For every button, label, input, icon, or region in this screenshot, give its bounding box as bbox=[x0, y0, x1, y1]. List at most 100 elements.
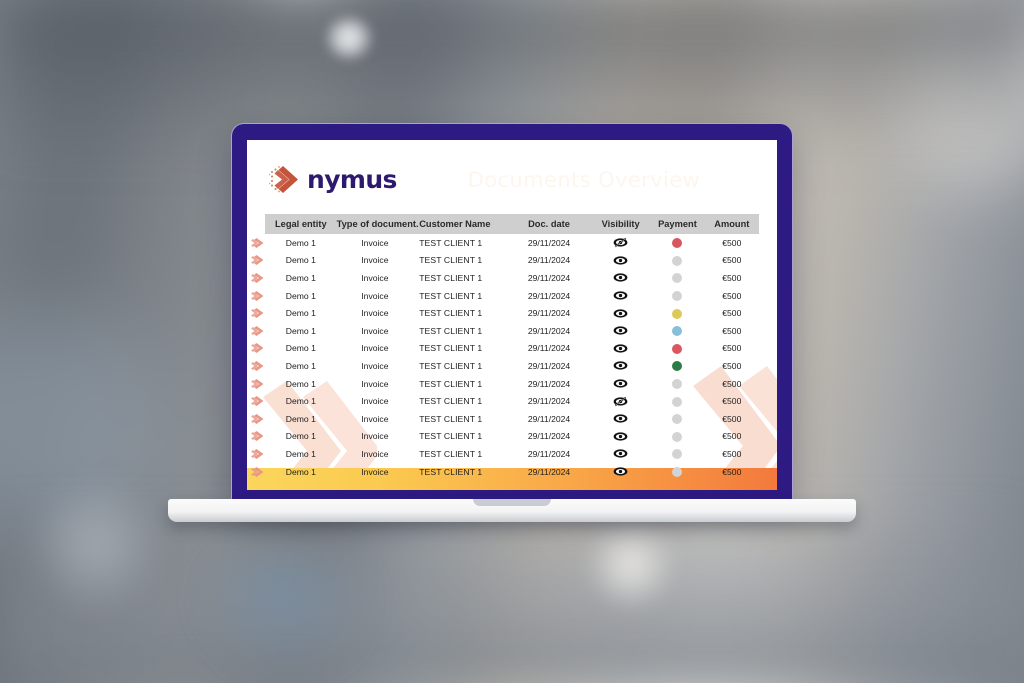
table-row[interactable]: Demo 1 Invoice TEST CLIENT 1 29/11/2024 €500 bbox=[251, 428, 759, 446]
column-header-visibility[interactable]: Visibility bbox=[591, 214, 651, 234]
eye-icon[interactable] bbox=[591, 463, 650, 481]
table-row[interactable]: Demo 1 Invoice TEST CLIENT 1 29/11/2024 €500 bbox=[251, 410, 759, 428]
laptop-base bbox=[168, 499, 856, 522]
cell-amount: €500 bbox=[722, 466, 742, 477]
cell-legal-entity: Demo 1 bbox=[251, 304, 337, 322]
cell-legal-entity: Demo 1 bbox=[251, 287, 337, 305]
cell-payment-status[interactable] bbox=[650, 322, 704, 340]
table-row[interactable]: Demo 1 Invoice TEST CLIENT 1 29/11/2024 €500 bbox=[251, 375, 759, 393]
documents-table-container: Legal entity Type of document. Customer … bbox=[251, 214, 759, 481]
column-header-amount[interactable]: Amount bbox=[704, 214, 759, 234]
eye-icon[interactable] bbox=[591, 269, 650, 287]
cell-doc-date: 29/11/2024 bbox=[527, 237, 571, 248]
cell-amount: €500 bbox=[722, 343, 742, 354]
cell-amount: €500 bbox=[722, 272, 742, 283]
cell-legal-entity: Demo 1 bbox=[251, 410, 337, 428]
table-body: Demo 1 Invoice TEST CLIENT 1 29/11/2024 €500… bbox=[251, 234, 759, 481]
row-bullet-logo-icon bbox=[251, 272, 264, 283]
row-bullet-logo-icon bbox=[251, 413, 264, 424]
cell-legal-entity: Demo 1 bbox=[251, 340, 337, 358]
cell-customer-name: TEST CLIENT 1 bbox=[419, 378, 483, 389]
laptop-mockup: nymus Documents Overview Legal entity Ty… bbox=[168, 123, 856, 522]
cell-payment-status[interactable] bbox=[650, 234, 704, 252]
eye-icon[interactable] bbox=[591, 322, 650, 340]
cell-payment-status[interactable] bbox=[650, 445, 704, 463]
cell-customer-name: TEST CLIENT 1 bbox=[419, 396, 483, 407]
documents-overview-page: nymus Documents Overview Legal entity Ty… bbox=[247, 140, 777, 490]
row-bullet-logo-icon bbox=[251, 466, 264, 477]
payment-status-dot bbox=[672, 238, 683, 249]
table-row[interactable]: Demo 1 Invoice TEST CLIENT 1 29/11/2024 €500 bbox=[251, 234, 759, 252]
cell-customer-name: TEST CLIENT 1 bbox=[419, 448, 483, 459]
table-row[interactable]: Demo 1 Invoice TEST CLIENT 1 29/11/2024 €500 bbox=[251, 304, 759, 322]
eye-icon[interactable] bbox=[591, 410, 650, 428]
payment-status-dot bbox=[672, 431, 683, 442]
cell-amount: €500 bbox=[722, 413, 742, 424]
cell-doc-date: 29/11/2024 bbox=[527, 431, 571, 442]
cell-customer-name: TEST CLIENT 1 bbox=[419, 290, 483, 301]
cell-legal-entity: Demo 1 bbox=[251, 322, 337, 340]
eye-slash-icon[interactable] bbox=[591, 392, 650, 410]
cell-type-of-document: Invoice bbox=[361, 378, 389, 389]
row-bullet-logo-icon bbox=[251, 308, 264, 319]
table-row[interactable]: Demo 1 Invoice TEST CLIENT 1 29/11/2024 €500 bbox=[251, 392, 759, 410]
laptop-base-notch bbox=[473, 499, 551, 506]
column-header-payment[interactable]: Payment bbox=[650, 214, 705, 234]
cell-payment-status[interactable] bbox=[650, 375, 704, 393]
cell-customer-name: TEST CLIENT 1 bbox=[419, 325, 483, 336]
cell-amount: €500 bbox=[722, 431, 742, 442]
table-row[interactable]: Demo 1 Invoice TEST CLIENT 1 29/11/2024 €500 bbox=[251, 340, 759, 358]
column-header-legal-entity[interactable]: Legal entity bbox=[265, 214, 337, 234]
eye-icon[interactable] bbox=[591, 375, 650, 393]
cell-doc-date: 29/11/2024 bbox=[527, 378, 571, 389]
payment-status-dot bbox=[672, 343, 683, 354]
cell-type-of-document: Invoice bbox=[361, 308, 389, 319]
cell-customer-name: TEST CLIENT 1 bbox=[419, 343, 483, 354]
cell-legal-entity: Demo 1 bbox=[251, 392, 337, 410]
brand-logo[interactable]: nymus bbox=[269, 165, 397, 194]
payment-status-dot bbox=[672, 414, 683, 425]
cell-customer-name: TEST CLIENT 1 bbox=[419, 308, 483, 319]
table-header: Legal entity Type of document. Customer … bbox=[265, 214, 759, 234]
table-row[interactable]: Demo 1 Invoice TEST CLIENT 1 29/11/2024 €500 bbox=[251, 445, 759, 463]
cell-legal-entity: Demo 1 bbox=[251, 269, 337, 287]
eye-icon[interactable] bbox=[591, 287, 650, 305]
cell-payment-status[interactable] bbox=[650, 357, 704, 375]
cell-payment-status[interactable] bbox=[650, 463, 704, 481]
scene: nymus Documents Overview Legal entity Ty… bbox=[0, 0, 1024, 683]
eye-icon[interactable] bbox=[591, 445, 650, 463]
column-header-type-of-document[interactable]: Type of document. bbox=[336, 214, 419, 234]
cell-payment-status[interactable] bbox=[650, 252, 704, 270]
cell-doc-date: 29/11/2024 bbox=[527, 308, 571, 319]
table-row[interactable]: Demo 1 Invoice TEST CLIENT 1 29/11/2024 €500 bbox=[251, 269, 759, 287]
eye-icon[interactable] bbox=[591, 304, 650, 322]
cell-payment-status[interactable] bbox=[650, 287, 704, 305]
cell-payment-status[interactable] bbox=[650, 428, 704, 446]
cell-doc-date: 29/11/2024 bbox=[527, 343, 571, 354]
cell-payment-status[interactable] bbox=[650, 269, 704, 287]
row-bullet-logo-icon bbox=[251, 325, 264, 336]
table-row[interactable]: Demo 1 Invoice TEST CLIENT 1 29/11/2024 €500 bbox=[251, 357, 759, 375]
laptop-screen: nymus Documents Overview Legal entity Ty… bbox=[247, 140, 777, 490]
cell-payment-status[interactable] bbox=[650, 392, 704, 410]
eye-icon[interactable] bbox=[591, 340, 650, 358]
cell-doc-date: 29/11/2024 bbox=[527, 360, 571, 371]
eye-icon[interactable] bbox=[591, 252, 650, 270]
cell-type-of-document: Invoice bbox=[361, 237, 389, 248]
eye-icon[interactable] bbox=[591, 428, 650, 446]
table-row[interactable]: Demo 1 Invoice TEST CLIENT 1 29/11/2024 €500 bbox=[251, 252, 759, 270]
table-row[interactable]: Demo 1 Invoice TEST CLIENT 1 29/11/2024 €500 bbox=[251, 287, 759, 305]
table-row[interactable]: Demo 1 Invoice TEST CLIENT 1 29/11/2024 €500 bbox=[251, 322, 759, 340]
eye-icon[interactable] bbox=[591, 357, 650, 375]
cell-payment-status[interactable] bbox=[650, 410, 704, 428]
cell-customer-name: TEST CLIENT 1 bbox=[419, 255, 483, 266]
table-row[interactable]: Demo 1 Invoice TEST CLIENT 1 29/11/2024 €500 bbox=[251, 463, 759, 481]
column-header-customer-name[interactable]: Customer Name bbox=[413, 214, 508, 234]
cell-doc-date: 29/11/2024 bbox=[527, 413, 571, 424]
cell-payment-status[interactable] bbox=[650, 304, 704, 322]
cell-payment-status[interactable] bbox=[650, 340, 704, 358]
cell-doc-date: 29/11/2024 bbox=[527, 396, 571, 407]
eye-slash-icon[interactable] bbox=[591, 234, 650, 252]
cell-type-of-document: Invoice bbox=[361, 466, 389, 477]
column-header-doc-date[interactable]: Doc. date bbox=[507, 214, 592, 234]
